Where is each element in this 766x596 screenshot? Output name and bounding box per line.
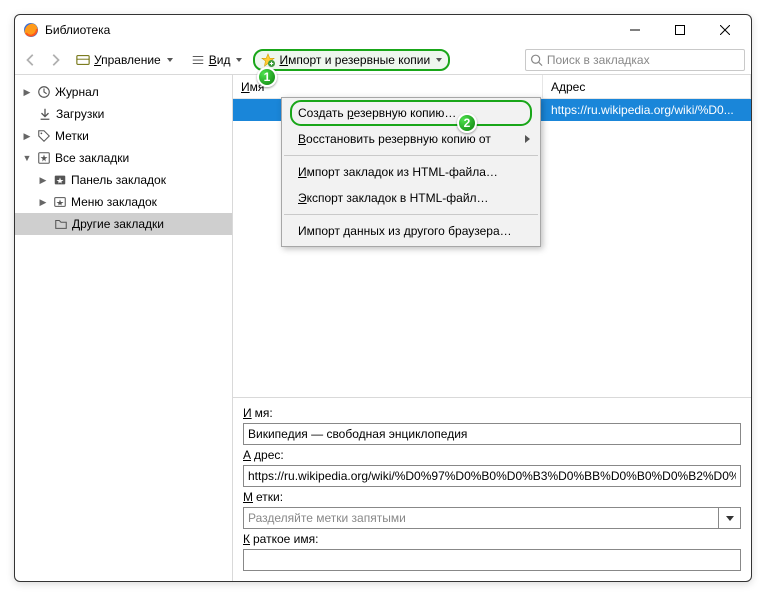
import-backup-menu: Создать резервную копию… Восстановить ре… bbox=[281, 97, 541, 247]
tree-label: Другие закладки bbox=[72, 217, 164, 231]
window-title: Библиотека bbox=[45, 23, 110, 37]
col-address[interactable]: Адрес bbox=[543, 75, 751, 98]
tags-input[interactable] bbox=[243, 507, 719, 529]
tags-dropdown-button[interactable] bbox=[719, 507, 741, 529]
minimize-button[interactable] bbox=[612, 15, 657, 45]
collapse-icon[interactable]: ▼ bbox=[21, 152, 33, 164]
bookmarks-icon bbox=[36, 150, 52, 166]
expand-icon[interactable]: ▶ bbox=[21, 86, 33, 98]
tree-tags[interactable]: ▶ Метки bbox=[15, 125, 232, 147]
tree-other-bookmarks[interactable]: Другие закладки bbox=[15, 213, 232, 235]
callout-badge-2: 2 bbox=[457, 113, 477, 133]
back-button[interactable] bbox=[21, 50, 41, 70]
titlebar: Библиотека bbox=[15, 15, 751, 45]
close-button[interactable] bbox=[702, 15, 747, 45]
caret-down-icon bbox=[236, 58, 242, 62]
tree-bookmarks-toolbar[interactable]: ▶ Панель закладок bbox=[15, 169, 232, 191]
name-input[interactable] bbox=[243, 423, 741, 445]
tree-label: Загрузки bbox=[56, 107, 104, 121]
toolbar: Управление Вид Импорт и резервные копии bbox=[15, 45, 751, 75]
details-panel: Имя: Адрес: Метки: Краткое имя: bbox=[233, 397, 751, 581]
forward-button[interactable] bbox=[45, 50, 65, 70]
menu-import-html[interactable]: Импорт закладок из HTML-файла… bbox=[282, 159, 540, 185]
label-address: Адрес: bbox=[243, 448, 741, 462]
menu-folder-icon bbox=[52, 194, 68, 210]
manage-button[interactable]: Управление bbox=[69, 49, 180, 71]
tree-history[interactable]: ▶ Журнал bbox=[15, 81, 232, 103]
library-window: Библиотека Управление Вид Импорт и резер… bbox=[14, 14, 752, 582]
tree-label: Меню закладок bbox=[71, 195, 157, 209]
column-header: Имя Адрес bbox=[233, 75, 751, 99]
organize-icon bbox=[76, 53, 90, 67]
tree-label: Все закладки bbox=[55, 151, 129, 165]
search-icon bbox=[530, 53, 543, 67]
firefox-logo-icon bbox=[23, 22, 39, 38]
tree-bookmarks-menu[interactable]: ▶ Меню закладок bbox=[15, 191, 232, 213]
menu-import-browser[interactable]: Импорт данных из другого браузера… bbox=[282, 218, 540, 244]
menu-restore-backup[interactable]: Восстановить резервную копию от bbox=[282, 126, 540, 152]
tree-label: Панель закладок bbox=[71, 173, 166, 187]
tree-all-bookmarks[interactable]: ▼ Все закладки bbox=[15, 147, 232, 169]
import-backup-button[interactable]: Импорт и резервные копии bbox=[253, 49, 450, 71]
callout-badge-1: 1 bbox=[257, 67, 277, 87]
label-short: Краткое имя: bbox=[243, 532, 741, 546]
label-name: Имя: bbox=[243, 406, 741, 420]
search-input[interactable] bbox=[547, 53, 740, 67]
menu-create-backup[interactable]: Создать резервную копию… bbox=[282, 100, 540, 126]
search-field-wrap bbox=[525, 49, 745, 71]
expand-icon[interactable]: ▶ bbox=[37, 196, 49, 208]
clock-icon bbox=[36, 84, 52, 100]
address-input[interactable] bbox=[243, 465, 741, 487]
cell-url: https://ru.wikipedia.org/wiki/%D0... bbox=[543, 103, 751, 117]
expand-icon[interactable]: ▶ bbox=[37, 174, 49, 186]
caret-down-icon bbox=[167, 58, 173, 62]
menu-separator bbox=[284, 155, 538, 156]
menu-separator bbox=[284, 214, 538, 215]
menu-export-html[interactable]: Экспорт закладок в HTML-файл… bbox=[282, 185, 540, 211]
list-icon bbox=[191, 53, 205, 67]
tree-downloads[interactable]: Загрузки bbox=[15, 103, 232, 125]
maximize-button[interactable] bbox=[657, 15, 702, 45]
folder-icon bbox=[53, 216, 69, 232]
star-import-icon bbox=[261, 53, 275, 67]
caret-down-icon bbox=[436, 58, 442, 62]
sidebar: ▶ Журнал Загрузки ▶ Метки ▼ Все закладки… bbox=[15, 75, 233, 581]
tree-label: Журнал bbox=[55, 85, 99, 99]
toolbar-folder-icon bbox=[52, 172, 68, 188]
col-name[interactable]: Имя bbox=[233, 75, 543, 98]
tree-label: Метки bbox=[55, 129, 89, 143]
tag-icon bbox=[36, 128, 52, 144]
expand-icon[interactable]: ▶ bbox=[21, 130, 33, 142]
label-tags: Метки: bbox=[243, 490, 741, 504]
short-name-input[interactable] bbox=[243, 549, 741, 571]
download-icon bbox=[37, 106, 53, 122]
view-button[interactable]: Вид bbox=[184, 49, 250, 71]
